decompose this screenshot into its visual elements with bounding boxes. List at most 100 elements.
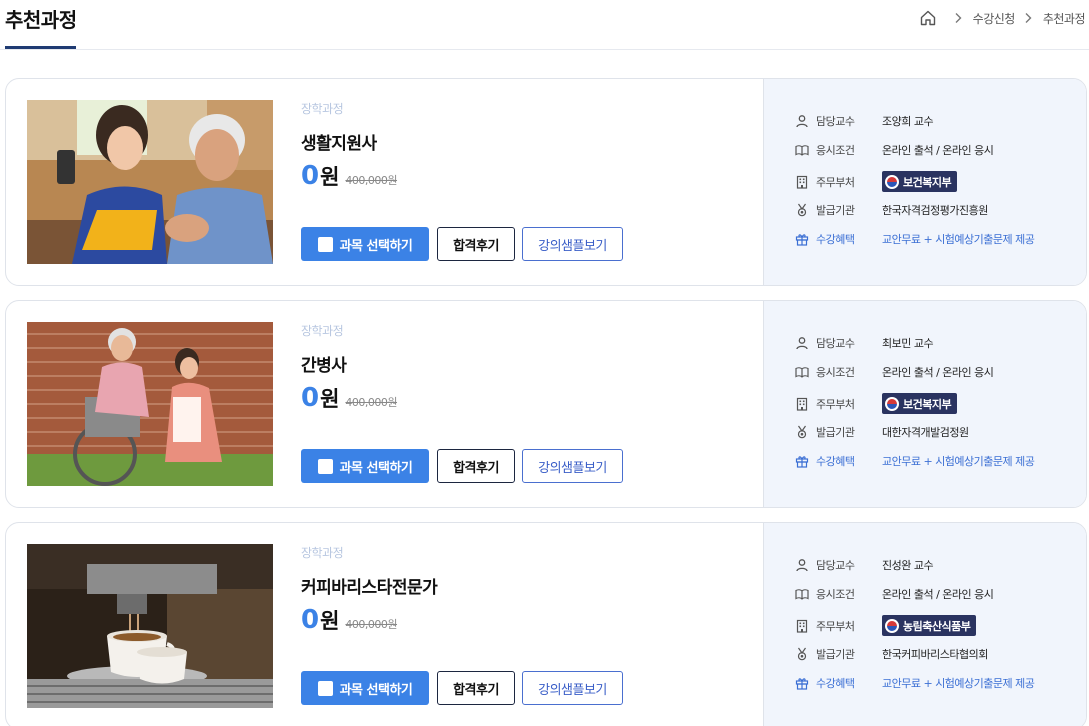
medal-icon: [795, 647, 809, 661]
info-exam: 응시조건 온라인 출석 / 온라인 응시: [795, 142, 994, 158]
ministry-value: 보건복지부: [903, 175, 952, 189]
medal-icon: [795, 425, 809, 439]
price-value: 0: [301, 161, 320, 191]
professor-value: 조양희 교수: [882, 115, 934, 128]
select-course-label: 과목 선택하기: [339, 460, 413, 476]
select-course-button[interactable]: 과목 선택하기: [301, 449, 429, 483]
reviews-button[interactable]: 합격후기: [437, 671, 515, 705]
issuer-value: 대한자격개발검정원: [882, 426, 969, 439]
course-info-panel: 담당교수 진성완 교수 응시조건 온라인 출석 / 온라인 응시 주무부처 농림…: [763, 523, 1086, 726]
original-price: 400,000원: [345, 618, 398, 631]
info-label: 발급기관: [816, 648, 855, 661]
info-label: 수강혜택: [816, 455, 855, 468]
chevron-right-icon: [1023, 12, 1033, 24]
price-unit: 원: [320, 387, 340, 411]
info-label: 수강혜택: [816, 677, 855, 690]
ministry-badge: 농림축산식품부: [882, 615, 977, 636]
professor-value: 진성완 교수: [882, 559, 934, 572]
building-icon: [795, 175, 809, 189]
course-info-panel: 담당교수 최보민 교수 응시조건 온라인 출석 / 온라인 응시 주무부처 보건…: [763, 301, 1086, 507]
info-professor: 담당교수 최보민 교수: [795, 335, 934, 351]
info-label: 수강혜택: [816, 233, 855, 246]
info-label: 담당교수: [816, 115, 855, 128]
page-header: 추천과정 수강신청 추천과정: [0, 0, 1089, 50]
info-label: 담당교수: [816, 559, 855, 572]
ministry-value: 보건복지부: [903, 397, 952, 411]
info-professor: 담당교수 조양희 교수: [795, 113, 934, 129]
reviews-button[interactable]: 합격후기: [437, 449, 515, 483]
info-label: 주무부처: [816, 175, 855, 189]
breadcrumb: 수강신청 추천과정: [919, 9, 1086, 27]
course-category: 장학과정: [301, 102, 344, 116]
info-exam: 응시조건 온라인 출석 / 온라인 응시: [795, 364, 994, 380]
course-thumbnail[interactable]: [27, 100, 273, 264]
lecture-sample-button[interactable]: 강의샘플보기: [522, 227, 623, 261]
course-info-panel: 담당교수 조양희 교수 응시조건 온라인 출석 / 온라인 응시 주무부처 보건…: [763, 79, 1086, 285]
chevron-right-icon: [953, 12, 963, 24]
price-value: 0: [301, 605, 320, 635]
original-price: 400,000원: [345, 174, 398, 187]
lecture-sample-button[interactable]: 강의샘플보기: [522, 671, 623, 705]
course-title[interactable]: 커피바리스타전문가: [301, 573, 438, 598]
book-icon: [795, 587, 809, 601]
info-benefit: 수강혜택 교안무료 + 시험예상기출문제 제공: [795, 453, 1035, 469]
course-thumbnail[interactable]: [27, 322, 273, 486]
course-thumbnail[interactable]: [27, 544, 273, 708]
course-card-3: 장학과정 커피바리스타전문가 0 원 400,000원 과목 선택하기 합격후기…: [5, 522, 1087, 726]
checkbox-icon: [317, 458, 333, 474]
info-label: 발급기관: [816, 204, 855, 217]
lecture-sample-button[interactable]: 강의샘플보기: [522, 449, 623, 483]
select-course-button[interactable]: 과목 선택하기: [301, 671, 429, 705]
person-icon: [795, 114, 809, 128]
taegeuk-emblem-icon: [885, 174, 899, 189]
benefit-value: 교안무료 + 시험예상기출문제 제공: [882, 233, 1035, 246]
taegeuk-emblem-icon: [885, 396, 899, 411]
breadcrumb-item-recommended[interactable]: 추천과정: [1043, 10, 1086, 27]
price: 0 원 400,000원: [301, 161, 398, 191]
course-card-2: 장학과정 간병사 0 원 400,000원 과목 선택하기 합격후기 강의샘플보…: [5, 300, 1087, 508]
select-course-label: 과목 선택하기: [339, 682, 413, 698]
ministry-badge: 보건복지부: [882, 171, 958, 192]
info-professor: 담당교수 진성완 교수: [795, 557, 934, 573]
price-unit: 원: [320, 609, 340, 633]
info-benefit: 수강혜택 교안무료 + 시험예상기출문제 제공: [795, 675, 1035, 691]
info-label: 주무부처: [816, 397, 855, 411]
book-icon: [795, 143, 809, 157]
info-benefit: 수강혜택 교안무료 + 시험예상기출문제 제공: [795, 231, 1035, 247]
issuer-value: 한국자격검정평가진흥원: [882, 204, 988, 217]
info-issuer: 발급기관 대한자격개발검정원: [795, 424, 969, 440]
info-ministry: 주무부처 보건복지부: [795, 393, 958, 414]
select-course-button[interactable]: 과목 선택하기: [301, 227, 429, 261]
original-price: 400,000원: [345, 396, 398, 409]
home-icon[interactable]: [919, 9, 937, 27]
gift-icon: [795, 454, 809, 468]
info-label: 응시조건: [816, 588, 855, 601]
info-exam: 응시조건 온라인 출석 / 온라인 응시: [795, 586, 994, 602]
checkbox-icon: [317, 680, 333, 696]
title-underline: [5, 46, 76, 49]
breadcrumb-item-enroll[interactable]: 수강신청: [973, 10, 1016, 27]
course-title[interactable]: 간병사: [301, 351, 347, 376]
building-icon: [795, 619, 809, 633]
info-label: 담당교수: [816, 337, 855, 350]
info-ministry: 주무부처 보건복지부: [795, 171, 958, 192]
exam-value: 온라인 출석 / 온라인 응시: [882, 366, 994, 379]
course-card-1: 장학과정 생활지원사 0 원 400,000원 과목 선택하기 합격후기 강의샘…: [5, 78, 1087, 286]
person-icon: [795, 558, 809, 572]
course-category: 장학과정: [301, 324, 344, 338]
course-title[interactable]: 생활지원사: [301, 129, 377, 154]
exam-value: 온라인 출석 / 온라인 응시: [882, 144, 994, 157]
ministry-value: 농림축산식품부: [903, 619, 971, 633]
info-ministry: 주무부처 농림축산식품부: [795, 615, 977, 636]
price: 0 원 400,000원: [301, 383, 398, 413]
gift-icon: [795, 232, 809, 246]
checkbox-icon: [317, 236, 333, 252]
benefit-value: 교안무료 + 시험예상기출문제 제공: [882, 455, 1035, 468]
info-label: 응시조건: [816, 366, 855, 379]
info-label: 발급기관: [816, 426, 855, 439]
reviews-button[interactable]: 합격후기: [437, 227, 515, 261]
book-icon: [795, 365, 809, 379]
page-title: 추천과정: [5, 8, 77, 32]
ministry-badge: 보건복지부: [882, 393, 958, 414]
price-value: 0: [301, 383, 320, 413]
